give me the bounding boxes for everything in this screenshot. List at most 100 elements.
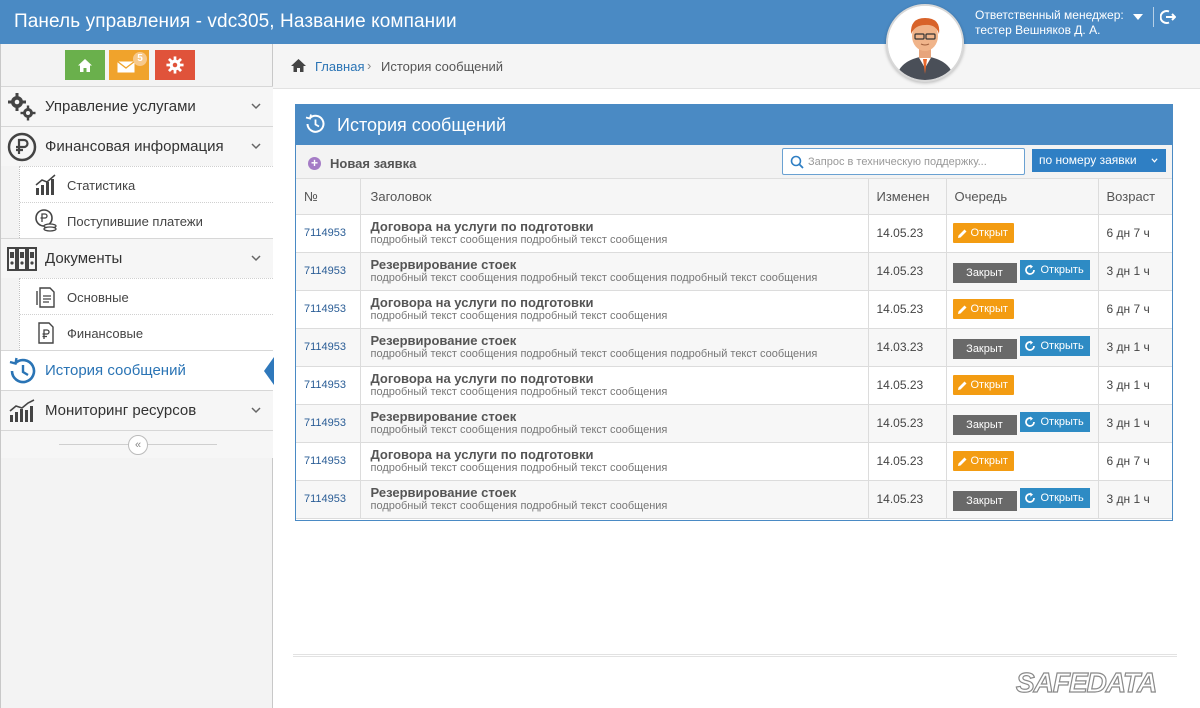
sidebar-item-payments[interactable]: Поступившие платежи [20,202,273,238]
page-header-title: Панель управления - vdc305, Название ком… [14,11,457,32]
status-open-label: Открыт [970,303,1008,315]
status-closed-button[interactable]: Закрыт [952,490,1017,511]
mail-badge: 5 [133,52,147,66]
ticket-age: 3 дн 1 ч [1098,404,1172,443]
ticket-number-link[interactable]: 7114953 [296,214,361,253]
ticket-subject[interactable]: Договора на услуги по подготовки подробн… [360,366,869,405]
logout-icon[interactable] [1160,9,1176,25]
ticket-number-link[interactable]: 7114953 [296,404,361,443]
safedata-logo: SAFEDATA [1015,666,1157,698]
ruble-document-icon [38,322,54,344]
avatar[interactable] [886,4,964,82]
sidebar-item-label: Основные [67,290,129,305]
settings-button[interactable] [155,50,195,80]
ticket-age: 6 дн 7 ч [1098,442,1172,481]
chevron-down-icon [251,143,261,150]
sidebar-item-history[interactable]: История сообщений [1,350,274,390]
panel-title: История сообщений [337,115,507,135]
reopen-button[interactable]: Открыть [1019,335,1090,356]
sidebar-item-services[interactable]: Управление услугами [1,86,273,126]
sidebar-item-statistics[interactable]: Статистика [20,166,273,202]
column-header-subject[interactable]: Заголовок [360,179,869,215]
sidebar-item-label: Статистика [67,178,136,193]
refresh-icon [1024,492,1035,503]
sidebar-collapse-row: « [1,430,273,458]
status-closed-button[interactable]: Закрыт [952,338,1017,359]
sidebar-item-label: Управление услугами [45,98,196,115]
table-row[interactable]: 7114953 Резервирование стоек подробный т… [296,404,1172,443]
sidebar-collapse-button[interactable]: « [128,435,148,455]
home-icon[interactable] [290,58,307,73]
status-closed-button[interactable]: Закрыт [952,414,1017,435]
column-header-queue[interactable]: Очередь [946,179,1099,215]
pencil-icon [957,305,966,314]
ticket-age: 6 дн 7 ч [1098,214,1172,253]
table-row[interactable]: 7114953 Договора на услуги по подготовки… [296,290,1172,329]
search-filter-dropdown[interactable]: по номеру заявки [1032,149,1166,172]
messages-button[interactable]: 5 [109,50,149,80]
reopen-button[interactable]: Открыть [1019,259,1090,280]
refresh-icon [1024,416,1035,427]
ticket-title: Резервирование стоек [370,409,517,424]
ticket-number-link[interactable]: 7114953 [296,442,361,481]
new-request-button[interactable]: + Новая заявка [308,156,416,171]
table-row[interactable]: 7114953 Договора на услуги по подготовки… [296,442,1172,481]
reopen-button[interactable]: Открыть [1019,411,1090,432]
ticket-number-link[interactable]: 7114953 [296,366,361,405]
chevron-down-icon[interactable] [1133,14,1143,20]
ticket-subject[interactable]: Резервирование стоек подробный текст соо… [360,480,869,519]
status-open-button[interactable]: Открыт [952,375,1014,395]
reopen-button[interactable]: Открыть [1019,487,1090,508]
column-header-date[interactable]: Изменен [868,179,947,215]
table-row[interactable]: 7114953 Резервирование стоек подробный т… [296,480,1172,519]
manager-info[interactable]: Ответственный менеджер: тестер Вешняков … [975,8,1124,38]
breadcrumb-separator: › [367,58,372,73]
ticket-subject[interactable]: Договора на услуги по подготовки подробн… [360,442,869,481]
new-request-label: Новая заявка [330,156,417,171]
sidebar-item-monitoring[interactable]: Мониторинг ресурсов [1,390,273,430]
ticket-queue: Закрыт Открыть [946,252,1099,291]
column-header-num[interactable]: № [296,179,361,215]
mail-icon [117,61,135,73]
table-row[interactable]: 7114953 Резервирование стоек подробный т… [296,252,1172,291]
table-row[interactable]: 7114953 Резервирование стоек подробный т… [296,328,1172,367]
table-row[interactable]: 7114953 Договора на услуги по подготовки… [296,214,1172,253]
status-open-button[interactable]: Открыт [952,299,1014,319]
status-open-button[interactable]: Открыт [952,223,1014,243]
ticket-description: подробный текст сообщения подробный текс… [370,348,818,360]
ticket-description: подробный текст сообщения подробный текс… [370,462,668,474]
monitoring-icon [9,399,35,422]
ticket-subject[interactable]: Резервирование стоек подробный текст соо… [360,328,869,367]
ticket-number-link[interactable]: 7114953 [296,252,361,291]
sidebar-item-main-docs[interactable]: Основные [20,278,273,314]
ticket-age: 3 дн 1 ч [1098,252,1172,291]
sidebar-item-finance[interactable]: Финансовая информация [1,126,273,166]
ticket-title: Договора на услуги по подготовки [370,371,594,386]
home-button[interactable] [65,50,105,80]
ticket-age: 6 дн 7 ч [1098,290,1172,329]
ticket-date: 14.05.23 [868,442,947,481]
ticket-subject[interactable]: Договора на услуги по подготовки подробн… [360,214,869,253]
chevron-down-icon [251,407,261,414]
top-header: Панель управления - vdc305, Название ком… [0,0,1200,44]
status-open-button[interactable]: Открыт [952,451,1014,471]
panel-toolbar: + Новая заявка по номеру заявки [296,145,1172,179]
ticket-number-link[interactable]: 7114953 [296,290,361,329]
sidebar-item-finance-docs[interactable]: Финансовые [20,314,273,350]
ticket-number-link[interactable]: 7114953 [296,328,361,367]
column-header-age[interactable]: Возраст [1098,179,1172,215]
ticket-age: 3 дн 1 ч [1098,366,1172,405]
status-closed-button[interactable]: Закрыт [952,262,1017,283]
gear-icon [166,56,184,74]
sidebar-nav: Управление услугами Финансовая информаци… [1,86,274,458]
ticket-subject[interactable]: Резервирование стоек подробный текст соо… [360,404,869,443]
table-row[interactable]: 7114953 Договора на услуги по подготовки… [296,366,1172,405]
ticket-age: 3 дн 1 ч [1098,480,1172,519]
breadcrumb-home-link[interactable]: Главная [315,59,364,74]
reopen-label: Открыть [1040,491,1084,504]
sidebar-item-documents[interactable]: Документы [1,238,273,278]
search-input[interactable] [808,153,1018,170]
ticket-subject[interactable]: Договора на услуги по подготовки подробн… [360,290,869,329]
ticket-number-link[interactable]: 7114953 [296,480,361,519]
ticket-subject[interactable]: Резервирование стоек подробный текст соо… [360,252,869,291]
